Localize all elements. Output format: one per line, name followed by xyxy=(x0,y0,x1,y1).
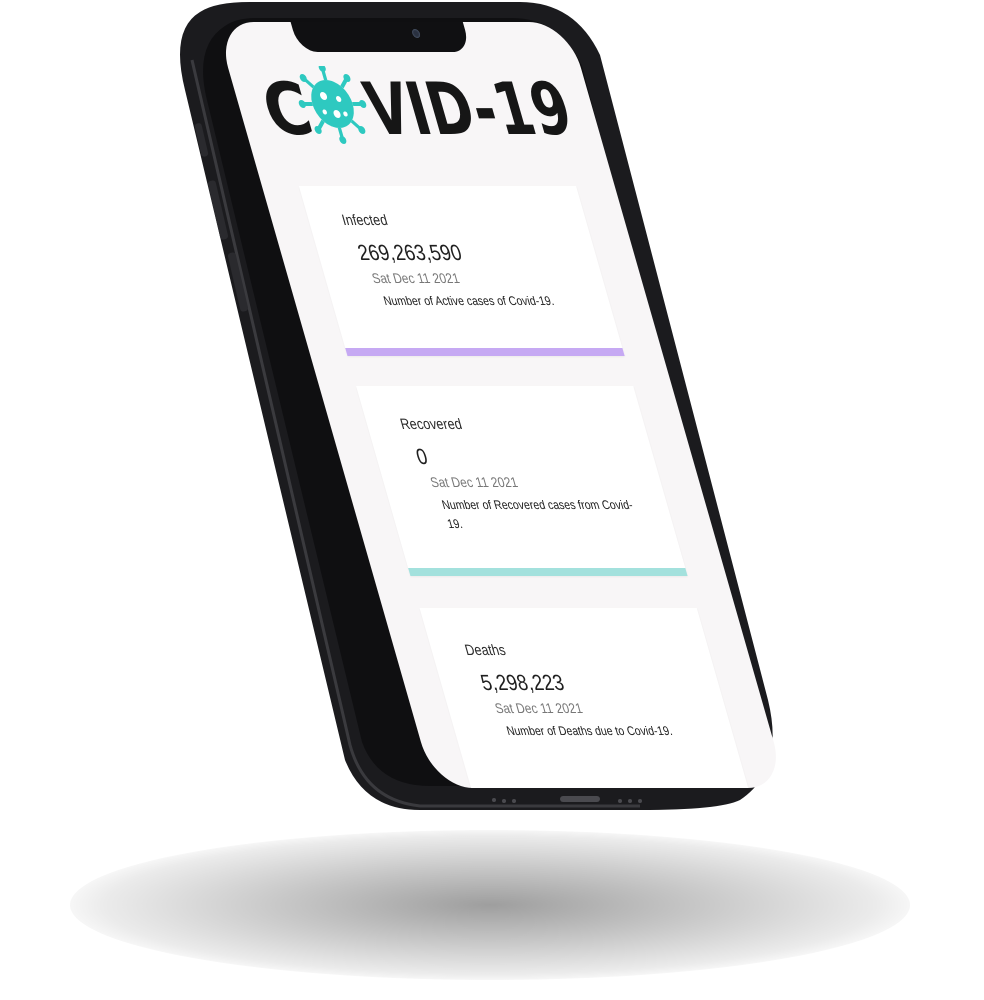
card-date: Sat Dec 11 2021 xyxy=(369,270,462,286)
card-title: Infected xyxy=(339,212,390,229)
logo-text-vid19: VID-19 xyxy=(356,68,581,146)
card-description: Number of Active cases of Covid-19. xyxy=(381,294,556,308)
phone-notch xyxy=(290,22,472,52)
camera-icon xyxy=(411,29,422,38)
card-description: Number of Recovered cases from Covid-19. xyxy=(440,498,635,531)
logo-letter-c: C xyxy=(253,68,321,146)
stat-card-infected: Infected 269,263,590 Sat Dec 11 2021 Num… xyxy=(298,186,625,356)
stat-card-recovered: Recovered 0 Sat Dec 11 2021 Number of Re… xyxy=(356,386,688,576)
card-title: Recovered xyxy=(398,416,465,433)
card-title: Deaths xyxy=(462,642,508,659)
card-date: Sat Dec 11 2021 xyxy=(428,474,520,490)
card-accent-bar xyxy=(408,568,688,576)
card-value: 5,298,223 xyxy=(477,670,567,695)
card-description: Number of Deaths due to Covid-19. xyxy=(504,724,674,738)
mockup-stage: C VID-19 Infected 269,263,590 Sat Dec 11… xyxy=(0,0,984,1000)
card-accent-bar xyxy=(345,348,625,356)
card-date: Sat Dec 11 2021 xyxy=(492,700,585,716)
card-value: 269,263,590 xyxy=(354,240,465,265)
stat-card-deaths: Deaths 5,298,223 Sat Dec 11 2021 Number … xyxy=(419,608,752,788)
covid-logo: C VID-19 xyxy=(251,66,593,146)
card-value: 0 xyxy=(412,444,431,469)
